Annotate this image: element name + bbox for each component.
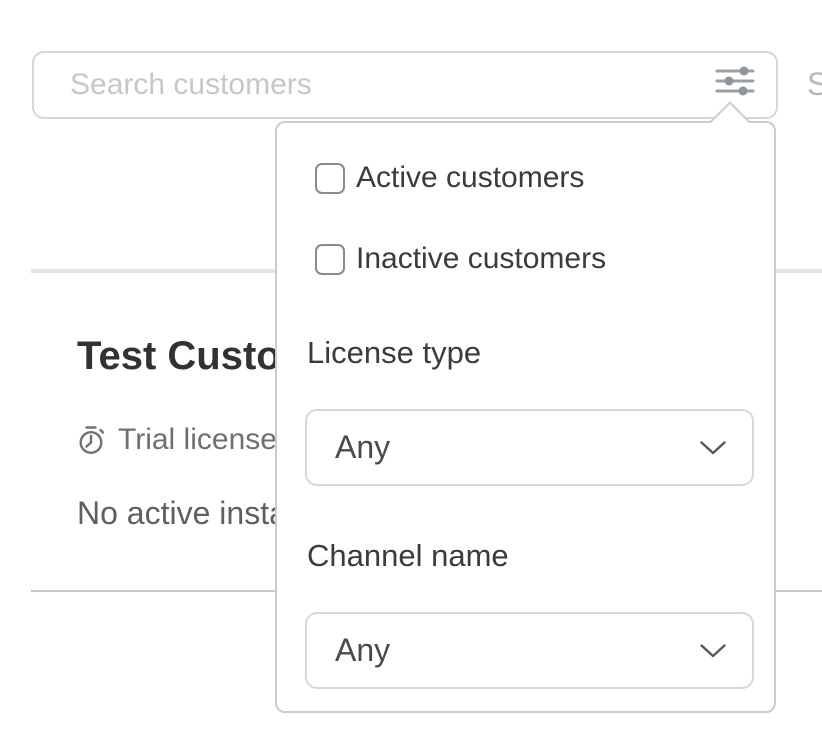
active-customers-label: Active customers — [356, 161, 584, 195]
chevron-down-icon — [700, 441, 752, 455]
inactive-customers-option[interactable]: Inactive customers — [315, 242, 606, 276]
license-badge-row: Trial license — [76, 423, 277, 457]
clipped-neighbor-text: S — [807, 66, 822, 103]
search-box — [32, 51, 778, 119]
search-input[interactable] — [34, 53, 776, 117]
channel-name-field-label: Channel name — [307, 538, 509, 574]
timer-icon — [76, 425, 106, 455]
channel-name-select-value: Any — [307, 632, 700, 669]
filter-popover: Active customers Inactive customers Lice… — [275, 121, 776, 713]
inactive-customers-label: Inactive customers — [356, 242, 606, 276]
filter-button[interactable] — [711, 60, 759, 102]
chevron-down-icon — [700, 644, 752, 658]
license-type-text: Trial license — [118, 423, 277, 457]
active-customers-option[interactable]: Active customers — [315, 161, 584, 195]
license-type-field-label: License type — [307, 335, 481, 371]
inactive-customers-checkbox[interactable] — [315, 244, 345, 275]
sliders-icon — [715, 65, 755, 97]
license-type-select[interactable]: Any — [305, 409, 754, 486]
customers-page: Test Customer Trial license No active in… — [0, 0, 822, 756]
channel-name-select[interactable]: Any — [305, 612, 754, 689]
active-customers-checkbox[interactable] — [315, 163, 345, 194]
license-type-select-value: Any — [307, 429, 700, 466]
